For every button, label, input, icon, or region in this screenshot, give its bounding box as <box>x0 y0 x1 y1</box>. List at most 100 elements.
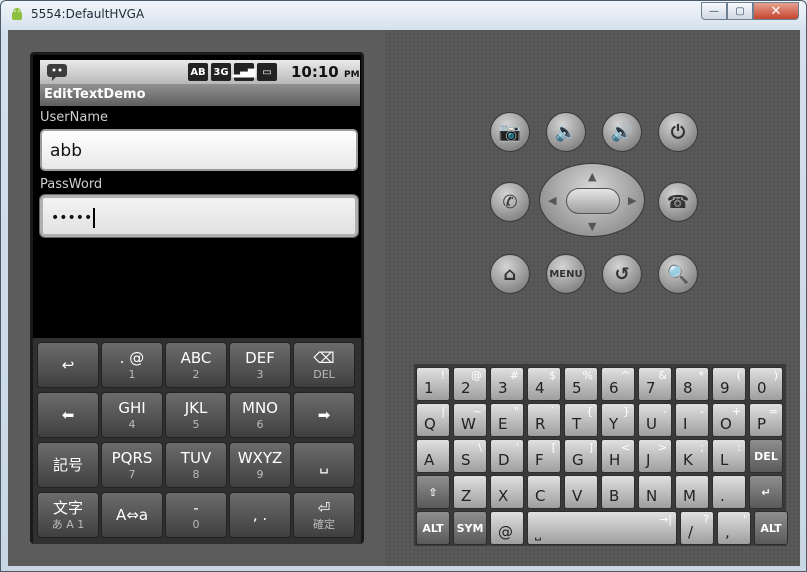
hw-key[interactable]: 8 * <box>675 367 709 401</box>
soft-key[interactable]: DEF 3 <box>229 342 291 388</box>
minimize-button[interactable]: — <box>701 2 727 20</box>
hw-key[interactable]: SYM <box>453 511 487 545</box>
soft-key[interactable]: . @1 <box>101 342 163 388</box>
hw-key[interactable]: A <box>416 439 450 473</box>
hw-key[interactable]: Q | <box>416 403 450 437</box>
soft-key[interactable]: ⬅ <box>37 392 99 438</box>
soft-key[interactable]: A⇔a <box>101 492 163 538</box>
title-bar[interactable]: 5554:DefaultHVGA — ▢ ✕ <box>1 1 806 29</box>
hw-key-alt-label: ` <box>550 405 557 418</box>
hw-key[interactable]: P = <box>749 403 783 437</box>
soft-key[interactable]: ⌫ DEL <box>293 342 355 388</box>
hw-key[interactable]: /? <box>680 511 714 545</box>
password-field[interactable]: ••••• <box>40 195 358 237</box>
search-button[interactable]: 🔍 <box>658 254 698 294</box>
hw-key[interactable]: 4 $ <box>527 367 561 401</box>
dpad-center-button[interactable] <box>566 188 620 214</box>
soft-key[interactable]: PQRS 7 <box>101 442 163 488</box>
hw-key[interactable]: V <box>564 475 598 509</box>
hw-key[interactable]: S \ <box>453 439 487 473</box>
hw-key-alt-label: - <box>663 405 667 418</box>
hw-key-label: N <box>646 487 658 505</box>
hw-key[interactable]: DEL <box>749 439 783 473</box>
power-button[interactable]: ⏻ <box>658 112 698 152</box>
hw-key[interactable]: L: <box>712 439 746 473</box>
hw-key[interactable]: 5% <box>564 367 598 401</box>
hw-key-alt-label: " <box>513 405 519 418</box>
hw-key[interactable]: . <box>712 475 746 509</box>
close-button[interactable]: ✕ <box>753 2 799 20</box>
soft-key[interactable]: ␣ <box>293 442 355 488</box>
hw-key[interactable]: X <box>490 475 524 509</box>
soft-key-label: PQRS <box>111 448 153 467</box>
hw-key[interactable]: B <box>601 475 635 509</box>
hw-key[interactable]: C <box>527 475 561 509</box>
hw-key[interactable]: K; <box>675 439 709 473</box>
soft-key[interactable]: ⏎ 確定 <box>293 492 355 538</box>
hw-key-alt-label: < <box>620 441 630 454</box>
menu-button[interactable]: MENU <box>546 254 586 294</box>
volume-up-button[interactable]: 🔊 <box>602 112 642 152</box>
username-field[interactable]: abb <box>40 129 358 171</box>
camera-button[interactable]: 📷 <box>490 112 530 152</box>
hw-key[interactable]: 1! <box>416 367 450 401</box>
hw-key[interactable]: E " <box>490 403 524 437</box>
soft-key[interactable]: MNO 6 <box>229 392 291 438</box>
volume-down-button[interactable]: 🔈 <box>546 112 586 152</box>
username-value: abb <box>50 141 82 161</box>
hw-key[interactable]: W ~ <box>453 403 487 437</box>
hw-key[interactable]: F[ <box>527 439 561 473</box>
hw-key-alt-label: ? <box>703 513 709 526</box>
hw-key[interactable]: 6 ^ <box>601 367 635 401</box>
soft-key[interactable]: ‐0 <box>165 492 227 538</box>
hw-key[interactable]: 0) <box>749 367 783 401</box>
soft-key[interactable]: ↩ <box>37 342 99 388</box>
soft-key-label: WXYZ <box>237 448 283 467</box>
hw-key[interactable]: 7 & <box>638 367 672 401</box>
device-screen[interactable]: AB 3G ▂▄▆ ▭ 10:10 PM EditTextDemo UserName … <box>30 52 364 544</box>
hw-key[interactable]: ↵ <box>749 475 783 509</box>
hw-key[interactable]: G] <box>564 439 598 473</box>
clock: 10:10 PM <box>291 63 360 81</box>
hw-key[interactable]: ⇧ <box>416 475 450 509</box>
soft-key[interactable]: ➡ <box>293 392 355 438</box>
soft-key[interactable]: WXYZ 9 <box>229 442 291 488</box>
call-button[interactable]: ✆ <box>490 182 530 222</box>
home-button[interactable]: ⌂ <box>490 254 530 294</box>
hw-key[interactable]: @ <box>490 511 524 545</box>
hw-key[interactable]: Z <box>453 475 487 509</box>
dpad[interactable]: ▲ ▼ ◀ ▶ <box>539 163 645 237</box>
soft-key[interactable]: ABC 2 <box>165 342 227 388</box>
hw-key-alt-label: + <box>731 405 741 418</box>
hw-key[interactable]: ⎵ →| <box>527 511 677 545</box>
soft-key[interactable]: JKL 5 <box>165 392 227 438</box>
hw-key[interactable]: U- <box>638 403 672 437</box>
soft-key-label: 文字 <box>52 498 83 517</box>
hw-key[interactable]: J > <box>638 439 672 473</box>
soft-key[interactable]: GHI 4 <box>101 392 163 438</box>
hw-key[interactable]: D ' <box>490 439 524 473</box>
hw-key[interactable]: N <box>638 475 672 509</box>
hw-key[interactable]: Y} <box>601 403 635 437</box>
hw-key[interactable]: 2 @ <box>453 367 487 401</box>
soft-key-sublabel: 5 <box>192 417 200 431</box>
hw-key[interactable]: 9( <box>712 367 746 401</box>
hw-key[interactable]: ALT <box>416 511 450 545</box>
hw-key[interactable]: 3 # <box>490 367 524 401</box>
hw-key[interactable]: ALT <box>754 511 788 545</box>
status-icon: ▭ <box>257 63 277 81</box>
soft-key[interactable]: , . <box>229 492 291 538</box>
hw-key[interactable]: H < <box>601 439 635 473</box>
hw-key[interactable]: I- <box>675 403 709 437</box>
hw-key[interactable]: M <box>675 475 709 509</box>
soft-key[interactable]: 文字あ A 1 <box>37 492 99 538</box>
maximize-button[interactable]: ▢ <box>727 2 753 20</box>
hw-key[interactable]: , ' <box>717 511 751 545</box>
back-button[interactable]: ↺ <box>602 254 642 294</box>
hw-key[interactable]: O + <box>712 403 746 437</box>
hw-key[interactable]: R ` <box>527 403 561 437</box>
hw-key[interactable]: T{ <box>564 403 598 437</box>
soft-key[interactable]: 記号 <box>37 442 99 488</box>
end-call-button[interactable]: ☎ <box>658 182 698 222</box>
soft-key[interactable]: TUV 8 <box>165 442 227 488</box>
